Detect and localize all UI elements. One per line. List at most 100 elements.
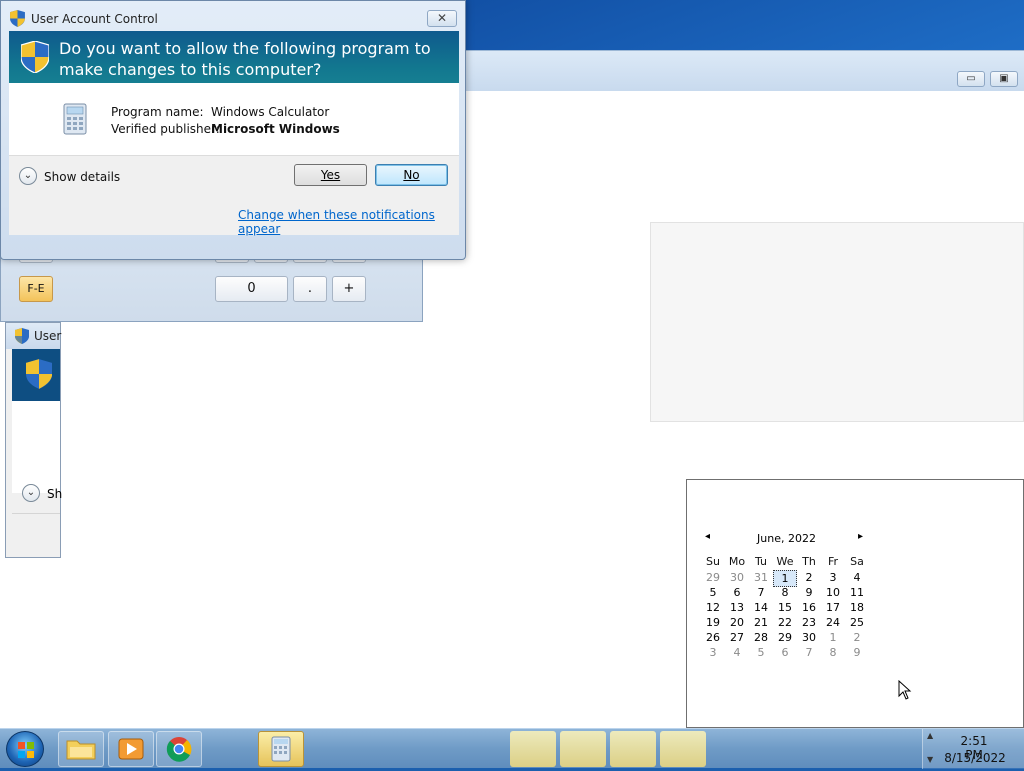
taskbar-item-ghost[interactable] xyxy=(610,731,656,767)
background-content-panel xyxy=(650,222,1024,422)
calendar-day[interactable]: 17 xyxy=(821,600,845,615)
start-button[interactable] xyxy=(6,731,44,767)
publisher-label: Verified publisher: xyxy=(111,122,220,136)
calendar-day[interactable]: 13 xyxy=(725,600,749,615)
uac-question: Do you want to allow the following progr… xyxy=(59,39,431,79)
tray-scroll-up-icon[interactable]: ▲ xyxy=(927,731,933,740)
uac-background-title: User xyxy=(34,329,62,343)
calculator-icon xyxy=(63,103,87,135)
calendar-day[interactable]: 12 xyxy=(701,600,725,615)
calc-fe-button[interactable]: F-E xyxy=(19,276,53,302)
weekday-header: Fr xyxy=(827,555,839,568)
uac-background-banner xyxy=(12,349,60,401)
weekday-header: Tu xyxy=(754,555,768,568)
divider xyxy=(12,513,60,514)
show-details-toggle[interactable]: Show details xyxy=(44,170,120,184)
calendar-day[interactable]: 7 xyxy=(797,645,821,660)
calendar-day[interactable]: 3 xyxy=(701,645,725,660)
calendar-day[interactable]: 28 xyxy=(749,630,773,645)
uac-title: User Account Control xyxy=(31,12,158,26)
maximize-button[interactable]: ▣ xyxy=(990,71,1018,87)
folder-icon xyxy=(66,740,96,760)
taskbar-explorer[interactable] xyxy=(58,731,104,767)
calendar-day[interactable]: 30 xyxy=(725,570,749,585)
calendar-day[interactable]: 27 xyxy=(725,630,749,645)
calendar-day[interactable]: 18 xyxy=(845,600,869,615)
calendar-day[interactable]: 2 xyxy=(845,630,869,645)
uac-shield-icon xyxy=(26,359,52,389)
month-label[interactable]: June, 2022 xyxy=(757,532,816,545)
close-button[interactable]: ✕ xyxy=(427,10,457,27)
calendar-day[interactable]: 19 xyxy=(701,615,725,630)
calendar-day[interactable]: 30 xyxy=(797,630,821,645)
calendar-day[interactable]: 23 xyxy=(797,615,821,630)
media-player-icon xyxy=(118,738,144,760)
calendar-day[interactable]: 4 xyxy=(845,570,869,585)
calc-key-plus[interactable]: + xyxy=(332,276,366,302)
weekday-header: Su xyxy=(706,555,720,568)
calendar-day[interactable]: 29 xyxy=(701,570,725,585)
calendar-day[interactable]: 14 xyxy=(749,600,773,615)
chevron-down-icon[interactable]: ⌄ xyxy=(22,484,40,502)
minimize-button[interactable]: ▭ xyxy=(957,71,985,87)
windows-logo-icon xyxy=(18,742,34,758)
taskbar-item-ghost[interactable] xyxy=(510,731,556,767)
prev-month-button[interactable]: ◂ xyxy=(705,531,710,542)
calendar-panel: ◂ June, 2022 ▸ Su Mo Tu We Th Fr Sa 29 30 31 1 2 3 4 5… xyxy=(686,479,1024,728)
calendar-day[interactable]: 11 xyxy=(845,585,869,600)
calendar-day[interactable]: 5 xyxy=(701,585,725,600)
calendar-day[interactable]: 26 xyxy=(701,630,725,645)
calc-key-0[interactable]: 0 xyxy=(215,276,288,302)
taskbar-item-ghost[interactable] xyxy=(560,731,606,767)
weekday-header: Th xyxy=(802,555,816,568)
weekday-header: Mo xyxy=(728,555,746,568)
taskbar-chrome[interactable] xyxy=(156,731,202,767)
calendar-day[interactable]: 16 xyxy=(797,600,821,615)
calendar-day[interactable]: 7 xyxy=(749,585,773,600)
uac-dialog: User Account Control ✕ Do you want to al… xyxy=(0,0,466,260)
program-name-label: Program name: xyxy=(111,105,204,119)
no-button[interactable]: No xyxy=(375,164,448,186)
calendar-day[interactable]: 21 xyxy=(749,615,773,630)
uac-dialog-background: User ⌄ Sh xyxy=(5,322,62,558)
calendar-day[interactable]: 6 xyxy=(725,585,749,600)
calendar-day[interactable]: 2 xyxy=(797,570,821,585)
calendar-day[interactable]: 22 xyxy=(773,615,797,630)
calendar-day[interactable]: 5 xyxy=(749,645,773,660)
calc-key-decimal[interactable]: . xyxy=(293,276,327,302)
chevron-down-icon[interactable]: ⌄ xyxy=(19,167,37,185)
calendar-day[interactable]: 8 xyxy=(821,645,845,660)
calendar-day[interactable]: 20 xyxy=(725,615,749,630)
program-name-value: Windows Calculator xyxy=(211,105,330,119)
calculator-icon xyxy=(271,736,291,762)
next-month-button[interactable]: ▸ xyxy=(858,531,863,542)
calendar-day[interactable]: 24 xyxy=(821,615,845,630)
clock-date[interactable]: 8/15/2022 xyxy=(944,751,1006,765)
calendar-day[interactable]: 9 xyxy=(845,645,869,660)
calendar-day[interactable]: 1 xyxy=(821,630,845,645)
chrome-icon xyxy=(166,737,192,762)
calendar-day[interactable]: 4 xyxy=(725,645,749,660)
taskbar-media-player[interactable] xyxy=(108,731,154,767)
uac-shield-icon xyxy=(15,328,29,344)
taskbar-item-ghost[interactable] xyxy=(660,731,706,767)
yes-button[interactable]: Yes xyxy=(294,164,367,186)
calendar-day[interactable]: 3 xyxy=(821,570,845,585)
notifications-settings-link[interactable]: Change when these notifications appear xyxy=(238,208,465,236)
uac-background-show-details[interactable]: Sh xyxy=(47,487,62,501)
taskbar-calculator[interactable] xyxy=(258,731,304,767)
weekday-header: Sa xyxy=(850,555,864,568)
uac-body: Program name: Windows Calculator Verifie… xyxy=(9,83,459,155)
uac-shield-icon xyxy=(10,10,25,27)
calendar-day[interactable]: 25 xyxy=(845,615,869,630)
calendar-day[interactable]: 9 xyxy=(797,585,821,600)
calendar-day[interactable]: 29 xyxy=(773,630,797,645)
calendar-day[interactable]: 31 xyxy=(749,570,773,585)
calendar-day[interactable]: 8 xyxy=(773,585,797,600)
tray-scroll-down-icon[interactable]: ▼ xyxy=(927,755,933,764)
calendar-day[interactable]: 6 xyxy=(773,645,797,660)
weekday-header: We xyxy=(776,555,794,568)
calendar-day[interactable]: 10 xyxy=(821,585,845,600)
publisher-value: Microsoft Windows xyxy=(211,122,340,136)
calendar-day[interactable]: 15 xyxy=(773,600,797,615)
